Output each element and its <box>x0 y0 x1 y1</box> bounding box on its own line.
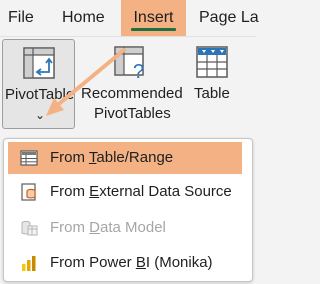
tab-insert-label: Insert <box>133 9 174 26</box>
power-bi-icon <box>22 256 36 271</box>
recommended-label-line1: Recommended <box>81 85 183 102</box>
pivottable-dropdown-menu: From Table/Range From External Data Sour… <box>3 138 253 282</box>
external-data-source-icon <box>21 183 36 201</box>
pivottable-icon <box>23 47 55 79</box>
menu-item-label: From Data Model <box>50 219 166 236</box>
menu-bar: File Home Insert Page La <box>0 0 259 37</box>
table-icon <box>196 46 228 78</box>
menu-item-from-external-data-source[interactable]: From External Data Source <box>8 176 242 208</box>
menu-item-label: From Table/Range <box>50 149 174 166</box>
pivottable-label: PivotTable <box>5 86 75 103</box>
menu-item-from-data-model: From Data Model <box>8 212 242 244</box>
menu-item-from-power-bi[interactable]: From Power BI (Monika) <box>8 247 242 279</box>
ribbon: PivotTable ⌄ ? Recommended PivotTables T… <box>0 37 256 137</box>
pivottable-button[interactable]: PivotTable ⌄ <box>2 39 75 129</box>
tab-page-layout[interactable]: Page La <box>199 0 259 36</box>
svg-text:?: ? <box>133 61 144 81</box>
chevron-down-icon: ⌄ <box>35 108 46 122</box>
tab-home[interactable]: Home <box>62 0 105 36</box>
menu-item-from-table-range[interactable]: From Table/Range <box>8 142 242 174</box>
menu-item-label: From Power BI (Monika) <box>50 254 213 271</box>
tab-insert[interactable]: Insert <box>121 0 186 36</box>
table-range-icon <box>20 150 38 166</box>
recommended-label-line2: PivotTables <box>94 105 171 122</box>
tab-file[interactable]: File <box>8 0 34 36</box>
recommended-pivottables-button[interactable]: ? Recommended PivotTables <box>80 39 184 129</box>
table-label: Table <box>194 85 230 102</box>
data-model-icon <box>21 220 38 236</box>
recommended-pivottables-icon: ? <box>114 46 144 81</box>
menu-item-label: From External Data Source <box>50 183 232 200</box>
active-tab-indicator <box>131 28 176 31</box>
table-button[interactable]: Table <box>188 39 236 129</box>
